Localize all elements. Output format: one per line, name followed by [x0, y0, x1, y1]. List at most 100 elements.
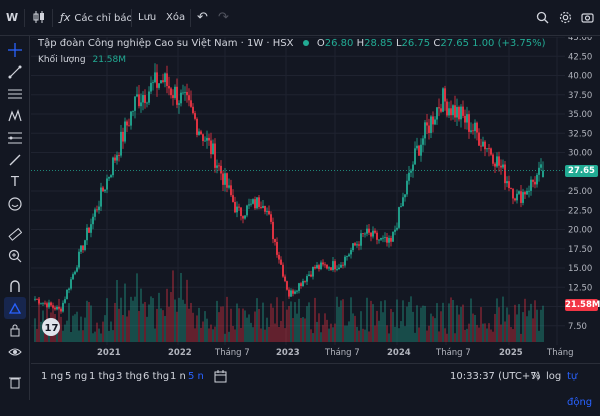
- volume-bar: [402, 300, 404, 342]
- volume-bar: [94, 331, 96, 342]
- volume-bar: [258, 309, 260, 342]
- candle-body: [214, 143, 216, 168]
- delete-button[interactable]: Xóa: [166, 0, 185, 36]
- volume-bar: [272, 307, 274, 342]
- candle-body: [278, 254, 280, 260]
- volume-bar: [420, 307, 422, 342]
- candle-body: [526, 191, 528, 195]
- volume-bar: [154, 328, 156, 342]
- volume-bar: [344, 325, 346, 342]
- volume-bar: [428, 325, 430, 342]
- zoom-in-icon[interactable]: [4, 245, 26, 267]
- candle-body: [430, 116, 432, 133]
- open-value: 26.80: [324, 38, 354, 49]
- volume-bar: [190, 302, 192, 342]
- candle-body: [258, 197, 260, 207]
- candle-body: [224, 173, 226, 185]
- tradingview-logo[interactable]: W: [6, 0, 18, 36]
- fib-icon[interactable]: [4, 127, 26, 149]
- candle-body: [108, 177, 110, 179]
- lock-icon[interactable]: [4, 319, 26, 341]
- undo-icon[interactable]: ↶: [197, 0, 208, 36]
- high-value: 28.85: [364, 38, 393, 49]
- candle-body: [94, 209, 96, 217]
- volume-bar: [120, 297, 122, 342]
- magnet-icon[interactable]: [4, 275, 26, 297]
- candle-body: [296, 290, 298, 292]
- candle-body: [228, 185, 230, 188]
- range-3m[interactable]: 3 thg: [116, 364, 142, 390]
- calendar-icon[interactable]: [214, 364, 227, 390]
- ruler-icon[interactable]: [4, 223, 26, 245]
- candle-body: [56, 306, 58, 310]
- time-axis[interactable]: 2021 2022 Tháng 7 2023 Tháng 7 2024 Thán…: [31, 345, 600, 363]
- text-icon[interactable]: T: [4, 171, 26, 193]
- save-button[interactable]: Lưu: [138, 0, 156, 36]
- volume-label[interactable]: Khối lượng: [38, 55, 86, 65]
- candle-body: [446, 101, 448, 116]
- candle-body: [538, 167, 540, 175]
- clock[interactable]: 10:33:37 (UTC+7): [450, 364, 540, 390]
- range-1y[interactable]: 1 n: [170, 364, 186, 390]
- trend-line-icon[interactable]: [4, 61, 26, 83]
- volume-bar: [212, 329, 214, 342]
- volume-bar: [170, 292, 172, 342]
- candle-body: [332, 261, 334, 270]
- candle-body: [200, 131, 202, 135]
- candle-body: [60, 308, 62, 312]
- log-toggle[interactable]: log: [546, 364, 561, 390]
- time-tick: Tháng 7: [436, 348, 471, 358]
- candle-body: [524, 192, 526, 195]
- candle-body: [84, 240, 86, 250]
- range-5y[interactable]: 5 n: [188, 364, 204, 390]
- volume-bar: [100, 333, 102, 342]
- trash-icon[interactable]: [4, 371, 26, 393]
- pattern-icon[interactable]: [4, 105, 26, 127]
- range-1d[interactable]: 1 ng: [41, 364, 63, 390]
- volume-bar: [424, 305, 426, 342]
- search-icon[interactable]: [536, 0, 549, 36]
- symbol-title[interactable]: Tập đoàn Công nghiệp Cao su Việt Nam · 1…: [38, 38, 294, 49]
- settings-icon[interactable]: [559, 0, 572, 36]
- stay-in-drawing-mode-icon[interactable]: [4, 297, 26, 319]
- time-tick: Tháng 7: [325, 348, 360, 358]
- price-tick: 15.00: [568, 264, 592, 274]
- volume-bar: [318, 313, 320, 342]
- volume-bar: [404, 326, 406, 342]
- volume-bar: [386, 325, 388, 342]
- emoji-icon[interactable]: [4, 193, 26, 215]
- candle-body: [302, 280, 304, 286]
- volume-bar: [210, 324, 212, 342]
- candle-body: [326, 264, 328, 269]
- top-toolbar: W ƒx Các chỉ báo Lưu Xóa ↶ ↷: [0, 0, 600, 36]
- volume-bar: [356, 326, 358, 342]
- camera-icon[interactable]: [581, 0, 594, 36]
- horizontal-lines-icon[interactable]: [4, 83, 26, 105]
- volume-bar: [474, 314, 476, 342]
- brush-icon[interactable]: [4, 149, 26, 171]
- candle-body: [186, 91, 188, 96]
- candle-body: [500, 165, 502, 168]
- auto-toggle[interactable]: tự động: [567, 364, 600, 408]
- candle-body: [436, 107, 438, 120]
- volume-bar: [472, 313, 474, 342]
- indicators-button[interactable]: ƒx Các chỉ báo: [60, 0, 133, 36]
- volume-bar: [184, 303, 186, 342]
- eye-icon[interactable]: [4, 341, 26, 363]
- volume-bar: [290, 301, 292, 342]
- price-chart[interactable]: 17: [31, 37, 565, 345]
- volume-bar: [206, 318, 208, 342]
- volume-bar: [538, 330, 540, 342]
- percent-toggle[interactable]: %: [531, 364, 541, 390]
- chart-type-button[interactable]: [32, 0, 46, 36]
- volume-bar: [152, 298, 154, 342]
- candle-body: [240, 207, 242, 217]
- volume-bar: [208, 328, 210, 342]
- range-5d[interactable]: 5 ng: [65, 364, 87, 390]
- volume-bar: [426, 330, 428, 342]
- range-1m[interactable]: 1 thg: [89, 364, 115, 390]
- range-6m[interactable]: 6 thg: [143, 364, 169, 390]
- crosshair-icon[interactable]: [4, 39, 26, 61]
- candle-body: [42, 302, 44, 304]
- redo-icon[interactable]: ↷: [218, 0, 229, 36]
